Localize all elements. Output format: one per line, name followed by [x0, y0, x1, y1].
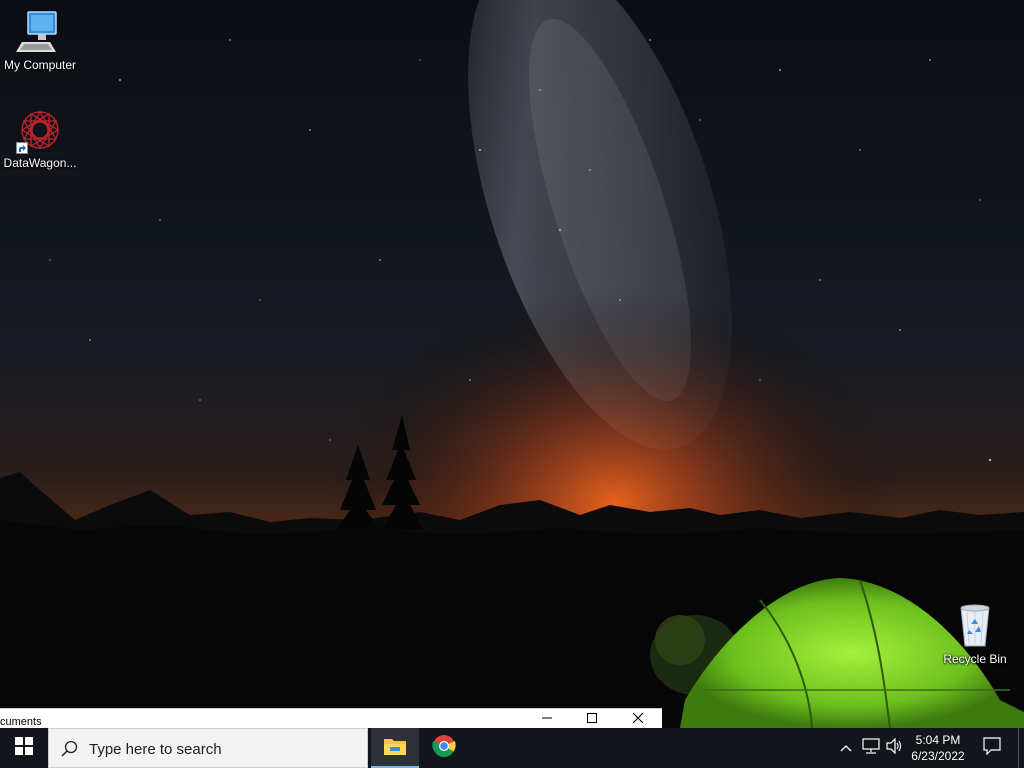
- maximize-icon: [587, 710, 597, 728]
- taskbar-app-file-explorer[interactable]: [371, 728, 419, 768]
- taskbar-app-chrome[interactable]: [420, 728, 468, 768]
- maximize-button[interactable]: [569, 709, 615, 729]
- desktop-icon-recycle-bin[interactable]: Recycle Bin: [935, 602, 1015, 666]
- computer-icon: [16, 8, 64, 56]
- minimize-button[interactable]: [524, 709, 570, 729]
- shortcut-arrow-icon: [16, 142, 28, 154]
- show-desktop-button[interactable]: [1018, 728, 1024, 768]
- desktop-icon-label: Recycle Bin: [943, 652, 1007, 666]
- recycle-bin-icon: [951, 602, 999, 650]
- action-center-button[interactable]: [976, 728, 1008, 768]
- close-icon: [632, 710, 644, 728]
- desktop-icon-datawagon[interactable]: DataWagon...: [0, 106, 80, 170]
- search-icon: [61, 740, 79, 763]
- start-button[interactable]: [0, 728, 48, 768]
- folder-icon: [384, 737, 406, 760]
- clock-time: 5:04 PM: [915, 733, 961, 747]
- minimize-icon: [542, 710, 552, 728]
- close-button[interactable]: [615, 709, 661, 729]
- search-placeholder: Type here to search: [89, 741, 222, 758]
- chrome-icon: [432, 734, 456, 763]
- network-icon: [862, 737, 880, 759]
- notification-icon: [983, 736, 1001, 760]
- chevron-up-icon: [840, 739, 852, 757]
- desktop-icon-my-computer[interactable]: My Computer: [0, 8, 80, 72]
- clock-date: 6/23/2022: [911, 749, 965, 763]
- desktop-wallpaper: [0, 0, 1024, 768]
- windows-logo-icon: [15, 736, 33, 760]
- network-button[interactable]: [858, 728, 884, 768]
- desktop-icon-label: DataWagon...: [3, 156, 77, 170]
- documents-window[interactable]: cuments: [0, 708, 662, 728]
- window-title: cuments: [0, 716, 42, 728]
- system-clock[interactable]: 5:04 PM 6/23/2022: [902, 730, 974, 768]
- taskbar-search-box[interactable]: Type here to search: [48, 728, 368, 768]
- show-hidden-icons-button[interactable]: [836, 728, 856, 768]
- desktop-icon-label: My Computer: [3, 58, 77, 72]
- datawagon-icon: [16, 106, 64, 154]
- taskbar: Type here to search 5:04 PM 6/23/2022: [0, 728, 1024, 768]
